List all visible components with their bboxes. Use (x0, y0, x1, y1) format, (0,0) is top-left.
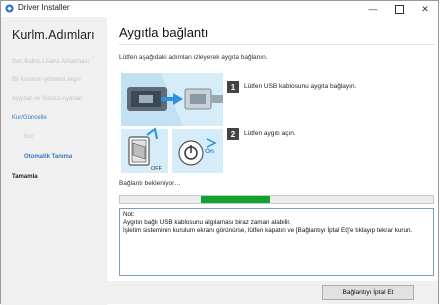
minimize-button[interactable]: — (360, 1, 386, 17)
note-heading: Not: (123, 211, 135, 218)
connection-illustration: OFF On (121, 73, 223, 173)
step-1-number: 1 (227, 81, 239, 93)
close-button[interactable]: ✕ (412, 1, 438, 17)
sidebar-item-complete: Tamamla (12, 174, 38, 180)
sidebar-item-install-update: Kur/Güncelle (12, 115, 47, 121)
sidebar-item-install: Kur (24, 134, 34, 140)
power-button-on-icon: On (172, 129, 223, 173)
note-box[interactable]: Not: Aygıtın bağlı USB kablosunu algılam… (119, 208, 434, 276)
progress-bar (119, 195, 434, 204)
on-label: On (205, 148, 214, 155)
maximize-button[interactable] (386, 1, 412, 17)
step-2-number: 2 (227, 128, 239, 140)
steps-sidebar: Kurlm.Adımları Son Kullnc.Lisans Anlaşma… (1, 17, 107, 305)
connection-status: Bağlantı bekleniyor… (119, 180, 181, 187)
note-line-1: Aygıtın bağlı USB kablosunu algılaması b… (123, 218, 291, 226)
sidebar-item-auto-detect: Otomatik Tanıma (24, 154, 73, 160)
sidebar-item-install-method: Bir kurulum yöntemi seçin (12, 77, 81, 83)
title-bar: Driver Installer — ✕ (1, 1, 438, 17)
power-switch-off-icon: OFF (121, 127, 168, 173)
off-label: OFF (151, 166, 163, 172)
installer-window: Driver Installer — ✕ Kurlm.Adımları Son … (0, 0, 439, 305)
sidebar-item-eula: Son Kullnc.Lisans Anlaşması (12, 59, 90, 65)
page-title: Aygıtla bağlantı (119, 25, 209, 40)
main-panel: Aygıtla bağlantı Lütfen aşağıdaki adımla… (107, 17, 438, 281)
sidebar-title: Kurlm.Adımları (12, 28, 95, 42)
instruction-text: Lütfen aşağıdaki adımları izleyerek aygı… (119, 54, 268, 61)
sidebar-item-device-settings: Aygıtlar ve Sürücü Ayarları (12, 96, 83, 102)
note-line-2: İşletim sisteminin kurulum ekranı görünü… (123, 226, 413, 234)
footer-bar: Bağlantıyı İptal Et (107, 281, 438, 304)
step-2-text: Lütfen aygıtı açın. (244, 130, 296, 137)
progress-fill (201, 196, 271, 203)
minimize-icon: — (368, 4, 378, 14)
close-icon: ✕ (421, 3, 429, 14)
window-title: Driver Installer (18, 3, 70, 12)
cancel-connection-button[interactable]: Bağlantıyı İptal Et (322, 285, 414, 300)
maximize-icon (394, 4, 404, 14)
usb-connection-icon (121, 73, 223, 126)
title-divider (119, 44, 435, 45)
app-icon (5, 4, 14, 13)
step-1-text: Lütfen USB kablosunu aygıta bağlayın. (244, 83, 357, 90)
